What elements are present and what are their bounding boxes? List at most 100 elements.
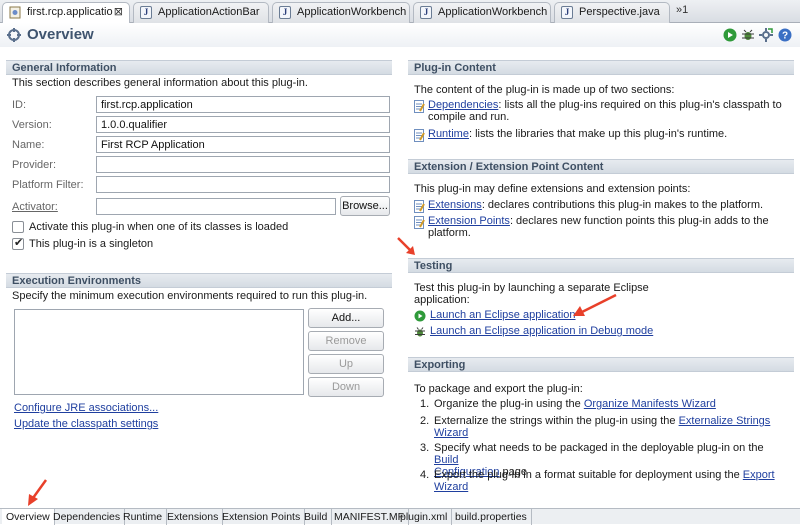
debug-row: Launch an Eclipse application in Debug m… [414,325,788,337]
tab-plugin-xml[interactable]: plugin.xml [396,509,453,525]
singleton-checkbox[interactable]: This plug-in is a singleton [12,236,390,252]
extensions-link[interactable]: Extensions [428,199,482,211]
browse-button[interactable]: Browse... [340,196,390,216]
up-button[interactable]: Up [308,354,384,374]
plugin-manifest-icon [9,6,21,19]
page-edit-icon [414,216,425,229]
export-wizard-link-cont[interactable]: Wizard [434,481,468,493]
activator-link[interactable]: Activator: [12,201,58,213]
page-title: Overview [27,26,94,43]
configure-jre-link[interactable]: Configure JRE associations... [14,402,158,414]
run-icon [414,310,426,322]
annotation-arrow-launch [573,293,617,316]
export-step-2: 2. Externalize the strings within the pl… [414,415,788,439]
dependencies-row: Dependencies: lists all the plug-ins req… [414,99,788,123]
java-file-icon: J [140,6,152,19]
tab-build-properties[interactable]: build.properties [451,509,532,525]
section-title: Testing [408,258,794,273]
step-number: 4. [420,469,430,481]
editor-tab-manifest[interactable]: first.rcp.applicatio ⊠ [2,2,130,24]
editor-tab-perspective[interactable]: J Perspective.java [554,2,670,23]
externalize-strings-link-cont[interactable]: Wizard [434,427,468,439]
remove-button[interactable]: Remove [308,331,384,351]
tab-overflow-chevron[interactable]: »1 [676,4,688,16]
id-row: ID: [12,96,390,113]
organize-manifests-link[interactable]: Organize Manifests Wizard [584,398,716,410]
page-edit-icon [414,100,425,113]
svg-text:?: ? [782,31,788,42]
tab-extension-points[interactable]: Extension Points [218,509,306,525]
dependencies-link[interactable]: Dependencies [428,99,498,111]
help-icon[interactable]: ? [778,28,792,42]
tab-dependencies[interactable]: Dependencies [49,509,126,525]
export-wizard-link[interactable]: Export [743,469,775,481]
java-file-icon: J [420,6,432,19]
plugin-overview-icon [7,28,21,42]
annotation-arrow-testing [397,237,415,255]
step-text: Externalize the strings within the plug-… [434,415,676,427]
section-title: Exporting [408,357,794,372]
editor-tab-label: ApplicationWorkbench [297,6,407,18]
update-classpath-link[interactable]: Update the classpath settings [14,418,158,430]
build-configuration-link[interactable]: Build [434,454,458,466]
extension-points-row: Extension Points: declares new function … [414,215,788,239]
version-row: Version: [12,116,390,133]
checkbox-box[interactable] [12,221,24,233]
editor-tab-label: ApplicationActionBar [158,6,260,18]
platform-filter-field[interactable] [96,176,390,193]
page-edit-icon [414,129,425,142]
export-icon[interactable] [759,28,773,42]
section-title: Execution Environments [6,273,392,288]
editor-tab-action-bar[interactable]: J ApplicationActionBar [133,2,269,23]
activate-checkbox[interactable]: Activate this plug-in when one of its cl… [12,220,390,235]
execution-environments-list[interactable] [14,309,304,395]
runtime-text: : lists the libraries that make up this … [468,128,728,140]
section-title: General Information [6,60,392,75]
activator-field[interactable] [96,198,336,215]
dependencies-text-cont: compile and run. [428,111,510,123]
launch-debug-link[interactable]: Launch an Eclipse application in Debug m… [430,325,653,337]
tab-runtime[interactable]: Runtime [119,509,168,525]
plugin-content-section: Plug-in Content The content of the plug-… [408,60,794,148]
section-title: Extension / Extension Point Content [408,159,794,174]
runtime-link[interactable]: Runtime [428,128,469,140]
name-row: Name: [12,136,390,153]
plugin-content-intro: The content of the plug-in is made up of… [414,84,675,96]
general-information-section: General Information This section describ… [6,60,392,260]
editor-tab-workbench-2[interactable]: J ApplicationWorkbench [413,2,551,23]
id-field[interactable] [96,96,390,113]
name-label: Name: [12,139,45,151]
name-field[interactable] [96,136,390,153]
platform-filter-label: Platform Filter: [12,179,84,191]
export-step-4: 4. Export the plug-in in a format suitab… [414,469,788,493]
provider-field[interactable] [96,156,390,173]
add-button[interactable]: Add... [308,308,384,328]
close-icon[interactable]: ⊠ [114,5,123,18]
tab-overview[interactable]: Overview [2,509,55,525]
run-icon[interactable] [723,28,737,42]
exporting-section: Exporting To package and export the plug… [408,357,794,497]
launch-application-link[interactable]: Launch an Eclipse application [430,309,576,321]
section-description: Specify the minimum execution environmen… [12,290,368,302]
externalize-strings-link[interactable]: Externalize Strings [679,415,771,427]
tab-extensions[interactable]: Extensions [163,509,224,525]
extensions-text: : declares contributions this plug-in ma… [481,199,764,211]
extension-points-link[interactable]: Extension Points [428,215,510,227]
tab-build[interactable]: Build [300,509,333,525]
java-file-icon: J [561,6,573,19]
extensions-row: Extensions: declares contributions this … [414,199,788,213]
down-button[interactable]: Down [308,377,384,397]
step-number: 2. [420,415,430,427]
activate-checkbox-label: Activate this plug-in when one of its cl… [29,221,289,233]
debug-icon [415,327,425,337]
checkbox-box-checked[interactable] [12,236,24,250]
form-header: Overview ? [0,23,800,47]
annotation-arrow-overview [28,479,48,506]
exporting-intro: To package and export the plug-in: [414,383,583,395]
page-edit-icon [414,200,425,213]
step-text: Specify what needs to be packaged in the… [434,442,764,454]
version-field[interactable] [96,116,390,133]
editor-tab-workbench-1[interactable]: J ApplicationWorkbench [272,2,410,23]
extension-content-section: Extension / Extension Point Content This… [408,159,794,243]
debug-icon[interactable] [741,28,755,42]
